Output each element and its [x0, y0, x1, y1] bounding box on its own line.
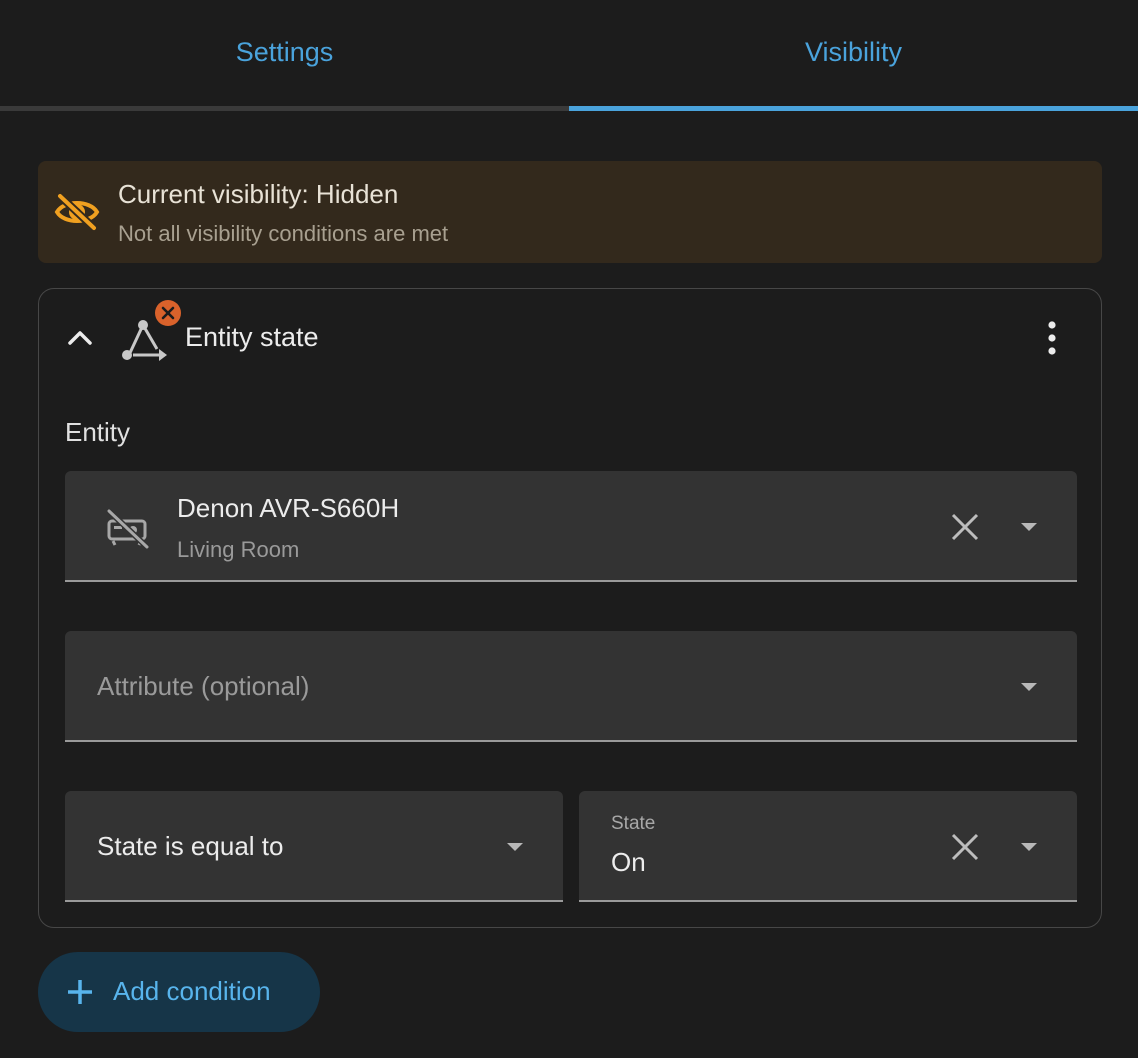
tab-visibility-label: Visibility	[804, 36, 903, 67]
comparison-value: State is equal to	[97, 831, 284, 861]
tab-settings-indicator	[0, 106, 569, 111]
plus-icon	[68, 980, 92, 1004]
tab-settings-label: Settings	[235, 36, 334, 67]
state-dropdown-icon[interactable]	[1021, 843, 1037, 851]
condition-title: Entity state	[185, 322, 319, 352]
clear-state-icon[interactable]	[949, 831, 981, 863]
entity-area: Living Room	[177, 537, 300, 562]
attribute-select[interactable]: Attribute (optional)	[65, 631, 1077, 742]
more-options-icon[interactable]	[1039, 319, 1065, 357]
eye-off-icon	[54, 193, 100, 231]
add-condition-button[interactable]: Add condition	[38, 952, 320, 1032]
banner-title: Current visibility: Hidden	[118, 179, 399, 209]
banner-subtitle: Not all visibility conditions are met	[118, 221, 449, 246]
chevron-up-icon[interactable]	[65, 323, 95, 353]
tab-settings[interactable]: Settings	[0, 0, 569, 112]
entity-picker[interactable]: Denon AVR-S660H Living Room	[65, 471, 1077, 582]
error-x-icon	[155, 300, 181, 326]
add-condition-label: Add condition	[113, 976, 271, 1006]
tab-bar: Settings Visibility	[0, 0, 1138, 112]
speaker-off-icon	[106, 508, 150, 550]
condition-card: Entity state Entity Denon AVR-S660H Livi…	[38, 288, 1102, 928]
entity-dropdown-icon[interactable]	[1021, 523, 1037, 531]
state-select[interactable]: State On	[579, 791, 1077, 902]
entity-section-label: Entity	[65, 417, 131, 447]
entity-name: Denon AVR-S660H	[177, 493, 400, 523]
clear-entity-icon[interactable]	[949, 511, 981, 543]
comparison-select[interactable]: State is equal to	[65, 791, 563, 902]
attribute-dropdown-icon[interactable]	[1021, 683, 1037, 691]
state-value: On	[611, 847, 646, 877]
condition-header[interactable]: Entity state	[39, 289, 1101, 389]
state-field-label: State	[611, 813, 656, 834]
visibility-status-banner: Current visibility: Hidden Not all visib…	[38, 161, 1102, 263]
tab-visibility-indicator	[569, 106, 1138, 111]
comparison-dropdown-icon[interactable]	[507, 843, 523, 851]
tab-visibility[interactable]: Visibility	[569, 0, 1138, 112]
attribute-placeholder: Attribute (optional)	[97, 671, 310, 701]
